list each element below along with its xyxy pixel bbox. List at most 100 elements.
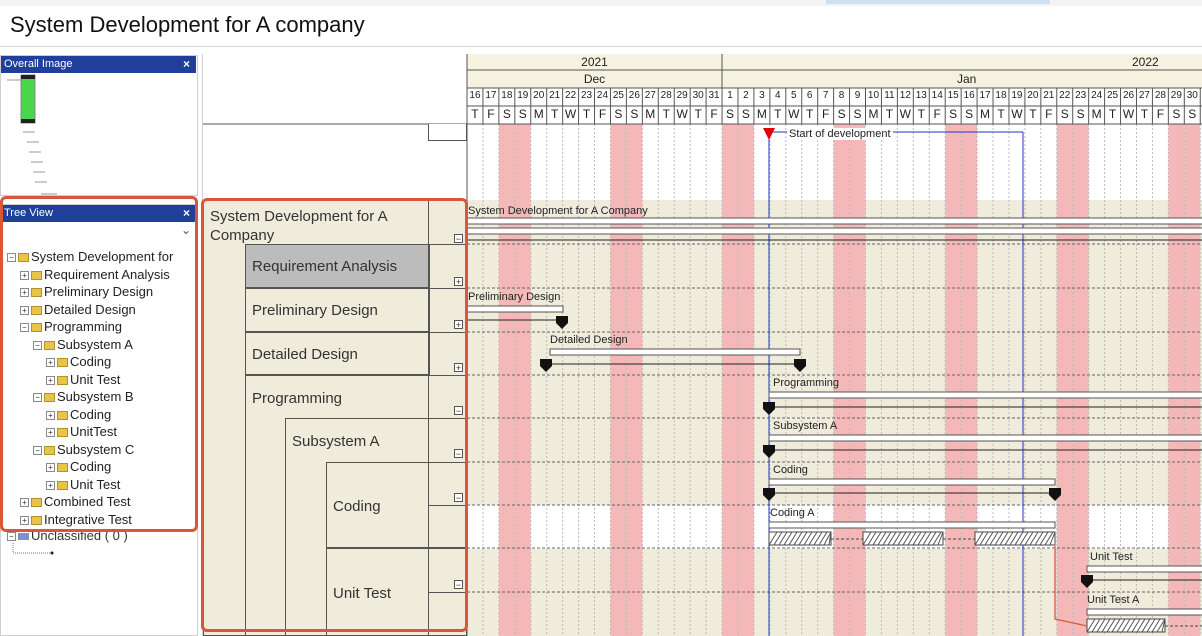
expand-preliminary-toggle[interactable]: + [454, 320, 463, 330]
tree-item[interactable]: + Unit Test [46, 477, 120, 492]
tree-item[interactable]: − Subsystem A [33, 337, 133, 352]
month-cell-jan: Jan [722, 72, 1202, 87]
gantt-bar-coding-a[interactable] [768, 521, 1056, 529]
day-number: 27 [644, 90, 656, 101]
tree-expand-toggle[interactable]: + [20, 498, 29, 508]
folder-icon [31, 288, 42, 298]
tree-item[interactable]: − Subsystem B [33, 389, 134, 404]
collapse-coding-toggle[interactable]: − [454, 493, 463, 503]
top-tab[interactable] [826, 0, 1050, 4]
tree-item-unclassified[interactable]: − Unclassified ( 0 ) [7, 528, 128, 543]
tree-expand-toggle[interactable]: + [20, 515, 29, 525]
weekday-letter: T [471, 107, 479, 121]
window-top-strip [0, 0, 1202, 6]
tree-expand-toggle[interactable]: + [20, 270, 29, 280]
weekday-letter: T [774, 107, 782, 121]
tree-collapse-toggle[interactable]: − [20, 323, 29, 333]
weekday-letter: S [1060, 107, 1069, 121]
tree-collapse-toggle[interactable]: − [7, 253, 16, 263]
gantt-bar-coding[interactable] [768, 478, 1056, 486]
tree-item[interactable]: − System Development for [7, 249, 173, 264]
day-number: 1 [727, 90, 733, 101]
tree-item[interactable]: + Unit Test [46, 372, 120, 387]
collapse-subsystem-a-toggle[interactable]: − [454, 449, 463, 459]
treeview-dropdown-icon[interactable]: ⌄ [181, 223, 191, 237]
weekday-letter: W [1122, 107, 1135, 121]
tree-item[interactable]: − Programming [20, 319, 122, 334]
start-marker-icon[interactable] [763, 128, 775, 140]
day-number: 23 [1075, 90, 1087, 101]
day-number: 21 [1043, 90, 1055, 101]
weekday-letter: T [997, 107, 1005, 121]
tree-expand-toggle[interactable]: + [46, 480, 55, 490]
gantt-bar-preliminary-design[interactable] [466, 305, 564, 313]
weekday-letter: F [598, 107, 607, 121]
day-number: 10 [867, 90, 880, 101]
tree-expand-toggle[interactable]: + [46, 463, 55, 473]
year-label-2021: 2021 [581, 55, 608, 69]
day-number: 31 [708, 90, 720, 101]
tree-item-label: Coding [70, 354, 112, 369]
task-box-detailed-design[interactable]: Detailed Design [245, 332, 430, 375]
gantt-bar-unit-test[interactable] [1086, 565, 1202, 573]
tree-expand-toggle[interactable]: + [20, 305, 29, 315]
expand-requirement-toggle[interactable]: + [454, 277, 463, 287]
folder-icon [57, 410, 68, 420]
collapse-programming-toggle[interactable]: − [454, 406, 463, 416]
tree-item-label: Requirement Analysis [44, 266, 170, 282]
tree-item[interactable]: + Combined Test [20, 494, 130, 509]
bar-label-unit-test-a: Unit Test A [1087, 594, 1140, 606]
tree-collapse-toggle[interactable]: − [33, 340, 42, 350]
day-number: 28 [1154, 90, 1166, 101]
tree-expand-toggle[interactable]: + [46, 428, 55, 438]
folder-icon [31, 270, 42, 280]
day-number: 29 [1170, 90, 1182, 101]
start-of-development-label: Start of development [787, 128, 893, 140]
tree-item[interactable]: + Coding [46, 407, 111, 422]
tree-item[interactable]: + Detailed Design [20, 302, 136, 317]
tree-item[interactable]: − Subsystem C [33, 442, 134, 457]
tree-expand-toggle[interactable]: + [46, 358, 55, 368]
weekday-letter: S [725, 107, 734, 121]
gantt-bar-root[interactable] [466, 217, 1202, 225]
tree-expand-toggle[interactable]: + [46, 375, 55, 385]
weekday-letter: T [917, 107, 925, 121]
tree-item[interactable]: + Preliminary Design [20, 284, 153, 299]
weekday-letter: W [899, 107, 911, 121]
tree-item[interactable]: + Integrative Test [20, 512, 132, 527]
gantt-bar-root-sub[interactable] [466, 227, 1202, 235]
weekend-column [1184, 124, 1201, 636]
tree-item-label: Programming [44, 319, 123, 334]
weekend-column [1072, 124, 1089, 636]
weekend-column [626, 124, 643, 636]
tree-collapse-toggle[interactable]: − [33, 445, 42, 455]
tree-collapse-toggle[interactable]: − [33, 393, 42, 403]
tree-item[interactable]: + Requirement Analysis [20, 267, 170, 282]
tree-item-label: Subsystem C [57, 441, 135, 457]
tree-item[interactable]: + Coding [46, 459, 111, 474]
task-box-requirement-analysis[interactable]: Requirement Analysis [245, 244, 430, 288]
folder-icon [44, 445, 55, 455]
collapse-unit-test-toggle[interactable]: − [454, 580, 463, 590]
task-label-subsystem-a: Subsystem A [292, 433, 380, 450]
tree-item[interactable]: + Coding [46, 354, 111, 369]
day-number: 16 [963, 90, 975, 101]
task-box-preliminary-design[interactable]: Preliminary Design [245, 288, 430, 332]
weekday-letter: S [837, 107, 846, 121]
gantt-bar-programming[interactable] [768, 391, 1202, 399]
tree-expand-toggle[interactable]: + [20, 288, 29, 298]
gantt-bar-detailed-design[interactable] [549, 348, 801, 356]
overview-minimap[interactable] [1, 72, 197, 211]
collapse-root-toggle[interactable]: − [454, 234, 463, 244]
gantt-bar-unit-test-a[interactable] [1086, 608, 1202, 616]
gantt-bar-subsystem-a[interactable] [768, 434, 1202, 442]
overview-panel [0, 55, 198, 196]
tree-collapse-toggle[interactable]: − [7, 532, 16, 542]
day-number: 29 [676, 90, 688, 101]
day-number: 13 [915, 90, 927, 101]
tree-item[interactable]: + UnitTest [46, 424, 117, 439]
tree-expand-toggle[interactable]: + [46, 410, 55, 420]
day-number: 30 [1186, 90, 1198, 101]
weekday-letter: M [533, 107, 544, 121]
expand-detailed-toggle[interactable]: + [454, 363, 463, 373]
